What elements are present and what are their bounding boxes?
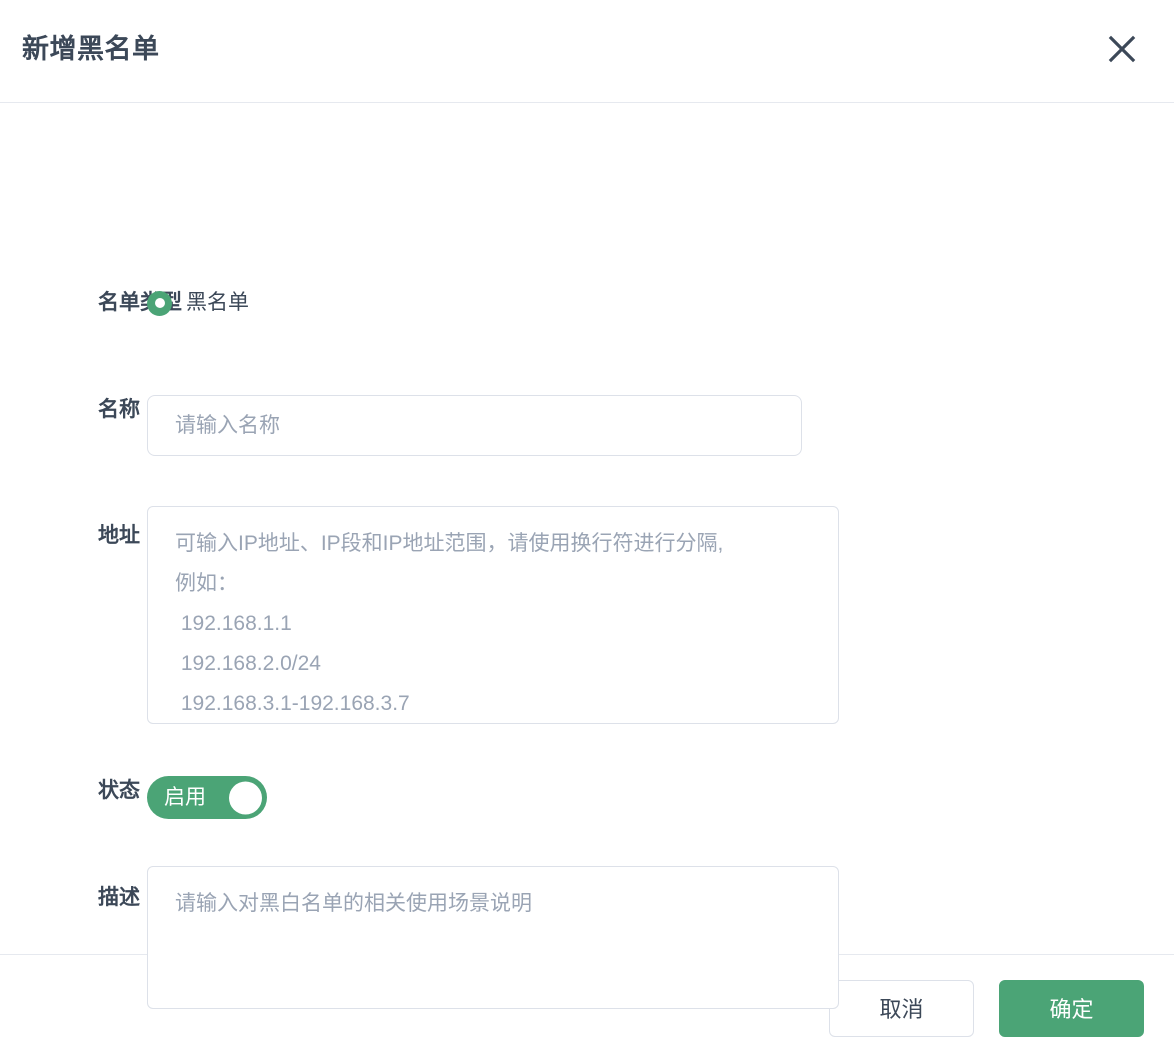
cancel-button[interactable]: 取消	[829, 980, 974, 1037]
name-control	[147, 395, 802, 456]
label-description: 描述	[98, 886, 140, 909]
form-row-status: 状态 启用	[0, 776, 267, 819]
radio-option-label: 黑名单	[186, 291, 249, 314]
radio-group-list-type: 黑名单	[147, 288, 249, 318]
label-name: 名称	[98, 398, 140, 421]
name-input[interactable]	[147, 395, 802, 456]
form-row-name: 名称	[0, 395, 802, 456]
status-control: 启用	[147, 776, 267, 819]
list-type-control: 黑名单	[147, 288, 249, 318]
page-title: 新增黑名单	[22, 34, 160, 64]
description-textarea[interactable]	[147, 866, 839, 1009]
form-row-description: 描述	[0, 866, 839, 1014]
description-control	[147, 866, 839, 1014]
dialog-header: 新增黑名单	[0, 0, 1174, 103]
radio-selected-icon	[147, 290, 172, 316]
label-address: 地址	[98, 524, 140, 547]
address-control	[147, 506, 839, 729]
radio-option-blacklist[interactable]: 黑名单	[147, 288, 249, 318]
toggle-knob	[229, 781, 262, 814]
form-row-address: 地址	[0, 506, 839, 729]
dialog-body: 名单类型 黑名单 名称 地址	[0, 103, 1174, 1009]
status-toggle-switch[interactable]: 启用	[147, 776, 267, 819]
form-row-list-type: 名单类型 黑名单	[0, 288, 249, 318]
close-button[interactable]	[1100, 27, 1144, 71]
label-status: 状态	[98, 779, 140, 802]
status-toggle-label: 启用	[164, 785, 206, 809]
address-textarea[interactable]	[147, 506, 839, 724]
close-icon	[1107, 34, 1137, 64]
label-list-type: 名单类型	[98, 291, 182, 314]
confirm-button[interactable]: 确定	[999, 980, 1144, 1037]
add-blacklist-dialog: 新增黑名单 名单类型 黑名单 名称 请输入名称 地址 可输入IP地址、IP段和I…	[0, 0, 1174, 1062]
